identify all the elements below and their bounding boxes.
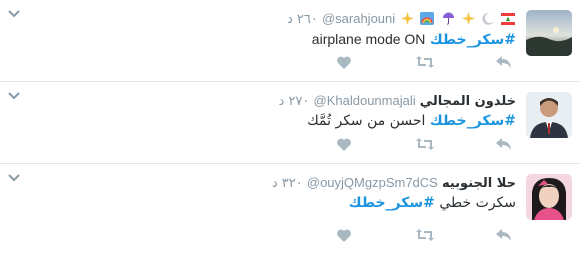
hashtag-link[interactable]: #سكر_خطك <box>430 32 516 48</box>
tweet-time[interactable]: ٣٢٠ د <box>272 176 303 191</box>
tweet-author-name[interactable]: حلا الجنوبيه <box>442 176 516 191</box>
tweet-time[interactable]: ٢٧٠ د <box>279 94 310 109</box>
reply-icon[interactable] <box>496 137 514 153</box>
tweet-actions <box>336 55 516 71</box>
retweet-icon[interactable] <box>416 228 434 244</box>
avatar[interactable] <box>526 174 572 220</box>
avatar[interactable] <box>526 92 572 138</box>
hashtag-link[interactable]: #سكر_خطك <box>349 195 435 211</box>
tweet-handle[interactable]: @ouyjQMgzpSm7dCS <box>307 175 438 190</box>
hashtag-link[interactable]: #سكر_خطك <box>430 113 516 129</box>
chevron-down-icon[interactable] <box>8 92 20 102</box>
tweet-header: @sarahjouni ٢٦٠ د <box>287 10 516 29</box>
tweet-header: خلدون المجالي @Khaldounmajali ٢٧٠ د <box>279 92 516 111</box>
tweet-body: احسن من سكر تُمَّك <box>307 113 426 129</box>
tweet-item[interactable]: @sarahjouni ٢٦٠ د #سكر_خطك airplane mode… <box>0 0 580 82</box>
tweet-actions <box>336 137 516 153</box>
sparkles-icon <box>400 12 415 25</box>
umbrella-icon <box>441 12 455 25</box>
tweet-item[interactable]: خلدون المجالي @Khaldounmajali ٢٧٠ د #سكر… <box>0 82 580 164</box>
tweet-handle[interactable]: @sarahjouni <box>322 11 395 26</box>
tweet-text: #سكر_خطك airplane mode ON <box>312 30 516 49</box>
chevron-down-icon[interactable] <box>8 10 20 20</box>
tweet-feed: @sarahjouni ٢٦٠ د #سكر_خطك airplane mode… <box>0 0 580 254</box>
tweet-item[interactable]: حلا الجنوبيه @ouyjQMgzpSm7dCS ٣٢٠ د سكرت… <box>0 164 580 254</box>
avatar[interactable] <box>526 10 572 56</box>
like-icon[interactable] <box>336 137 354 153</box>
like-icon[interactable] <box>336 228 354 244</box>
rainbow-icon <box>420 12 435 25</box>
tweet-body: airplane mode ON <box>311 31 426 47</box>
retweet-icon[interactable] <box>416 55 434 71</box>
retweet-icon[interactable] <box>416 137 434 153</box>
tweet-body: سكرت خطي <box>439 195 516 211</box>
reply-icon[interactable] <box>496 228 514 244</box>
tweet-actions <box>336 228 516 244</box>
tweet-header: حلا الجنوبيه @ouyjQMgzpSm7dCS ٣٢٠ د <box>272 174 516 193</box>
tweet-text: #سكر_خطك احسن من سكر تُمَّك <box>307 112 516 130</box>
tweet-author-name[interactable]: خلدون المجالي <box>420 94 516 109</box>
chevron-down-icon[interactable] <box>8 174 20 184</box>
lebanon-flag-icon <box>501 13 515 26</box>
like-icon[interactable] <box>336 55 354 71</box>
moon-icon <box>481 12 495 25</box>
sparkles-icon <box>461 12 475 25</box>
reply-icon[interactable] <box>496 55 514 71</box>
tweet-time[interactable]: ٢٦٠ د <box>287 12 318 27</box>
tweet-text: سكرت خطي #سكر_خطك <box>349 194 516 212</box>
tweet-handle[interactable]: @Khaldounmajali <box>314 93 416 108</box>
